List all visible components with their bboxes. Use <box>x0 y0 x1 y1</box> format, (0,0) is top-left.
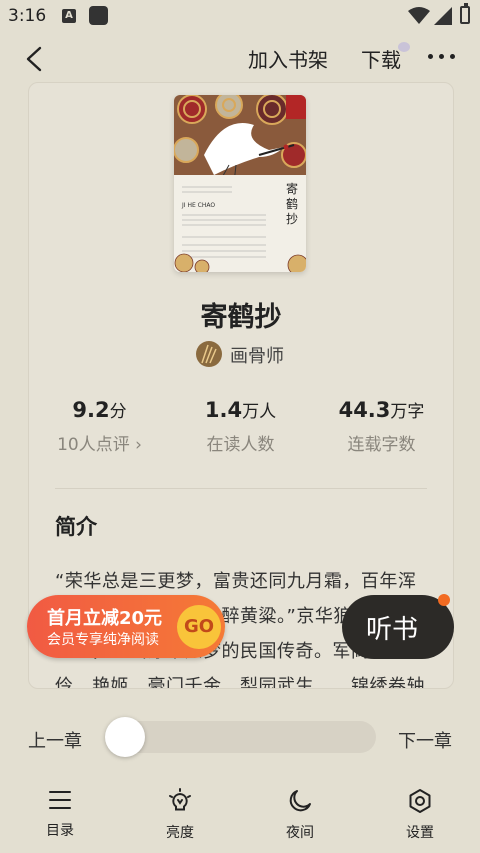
readers-unit: 万人 <box>242 402 277 422</box>
status-time: 3:16 <box>8 6 47 26</box>
moon-icon <box>289 790 311 812</box>
app-notification-icon: A <box>62 9 76 23</box>
readers-label: 在读人数 <box>206 435 275 455</box>
download-badge-icon <box>398 42 410 52</box>
book-title: 寄鹤抄 <box>200 302 282 333</box>
listen-button[interactable]: 听书 <box>342 595 454 659</box>
rating-unit: 分 <box>109 402 127 422</box>
brightness-icon <box>169 788 191 811</box>
chapter-progress-slider[interactable] <box>108 721 376 753</box>
tab-settings-label: 设置 <box>406 825 434 841</box>
top-nav: 加入书架 下载 <box>0 34 480 84</box>
bottom-tab-bar: 目录 亮度 夜间 设置 <box>0 778 480 853</box>
list-icon <box>49 791 71 809</box>
divider <box>55 488 427 489</box>
tab-contents[interactable]: 目录 <box>20 788 100 840</box>
cover-illustration: 寄 鹤 抄 JI HE CHAO <box>174 95 306 272</box>
wordcount-label: 连载字数 <box>347 435 416 455</box>
tab-night[interactable]: 夜间 <box>260 788 340 842</box>
wordcount-unit: 万字 <box>390 402 425 422</box>
svg-text:鹤: 鹤 <box>286 196 298 211</box>
author-avatar <box>196 341 222 367</box>
notification-dot-icon <box>438 594 450 606</box>
wifi-icon <box>408 7 430 24</box>
stat-readers: 1.4万人 在读人数 <box>170 397 311 455</box>
prev-chapter-button[interactable]: 上一章 <box>28 727 82 753</box>
tab-brightness-label: 亮度 <box>166 825 194 841</box>
status-bar: 3:16 A <box>0 0 480 34</box>
listen-label: 听书 <box>366 615 419 645</box>
tab-brightness[interactable]: 亮度 <box>140 788 220 842</box>
app-square-icon <box>89 6 108 25</box>
chapter-navigation: 上一章 下一章 <box>0 710 480 760</box>
signal-icon <box>434 7 452 25</box>
svg-text:寄: 寄 <box>286 181 298 196</box>
author-name: 画骨师 <box>230 346 284 367</box>
readers-value: 1.4 <box>204 398 243 422</box>
intro-heading: 简介 <box>55 515 97 539</box>
promo-go-button[interactable]: GO <box>177 605 221 649</box>
back-icon[interactable] <box>20 44 50 74</box>
stat-rating[interactable]: 9.2分 10人点评 › <box>29 397 170 455</box>
tab-night-label: 夜间 <box>286 825 314 841</box>
rating-value: 9.2 <box>72 398 110 422</box>
promo-line1: 首月立减20元 <box>47 608 163 629</box>
svg-text:抄: 抄 <box>286 212 298 226</box>
battery-icon <box>460 3 470 24</box>
promo-line2: 会员专享纯净阅读 <box>47 632 159 648</box>
review-count-link[interactable]: 10人点评 › <box>29 430 170 455</box>
tab-settings[interactable]: 设置 <box>380 788 460 842</box>
more-icon[interactable] <box>428 54 456 62</box>
download-button[interactable]: 下载 <box>361 44 401 73</box>
next-chapter-button[interactable]: 下一章 <box>398 727 452 753</box>
slider-thumb[interactable] <box>105 717 145 757</box>
svg-text:JI HE CHAO: JI HE CHAO <box>181 202 215 209</box>
promo-banner[interactable]: 首月立减20元 会员专享纯净阅读 GO <box>27 595 225 658</box>
wordcount-value: 44.3 <box>338 398 391 422</box>
add-to-shelf-button[interactable]: 加入书架 <box>248 44 328 73</box>
tab-contents-label: 目录 <box>46 823 74 839</box>
stat-wordcount: 44.3万字 连载字数 <box>311 397 452 455</box>
settings-icon <box>409 789 431 813</box>
book-cover[interactable]: 寄 鹤 抄 JI HE CHAO <box>174 95 306 272</box>
